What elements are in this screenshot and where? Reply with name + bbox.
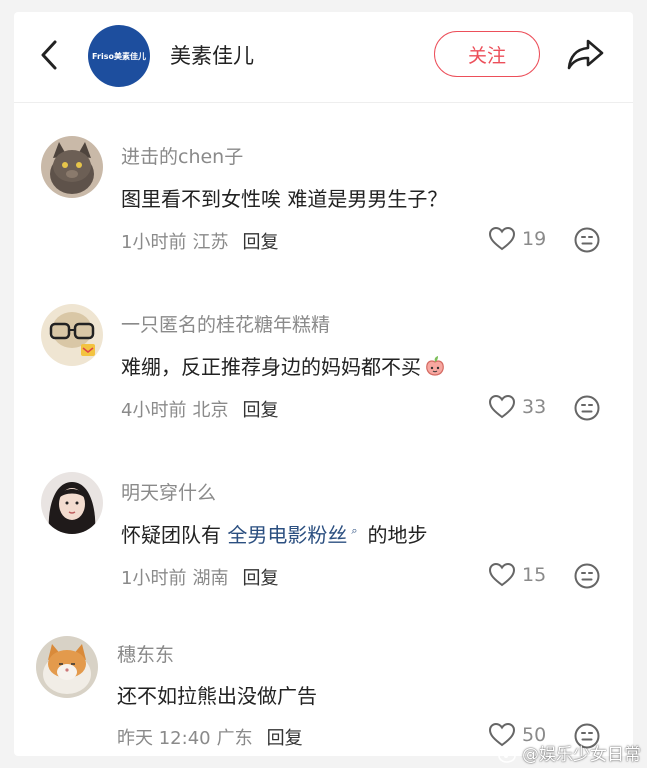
- comment-text: 图里看不到女性唉 难道是男男生子？: [121, 187, 448, 211]
- like-count: 33: [522, 396, 547, 418]
- comment-text: 怀疑团队有 全男电影粉丝 ⌕ 的地步: [121, 519, 428, 548]
- reply-button[interactable]: 回复: [242, 400, 278, 421]
- comment-username[interactable]: 一只匿名的桂花糖年糕精: [121, 310, 330, 337]
- heart-icon: [488, 226, 516, 251]
- search-icon: ⌕: [351, 524, 358, 538]
- comment-meta: 1小时前 湖南 回复: [121, 564, 278, 590]
- brand-logo[interactable]: Friso美素佳儿: [88, 25, 150, 87]
- reply-button[interactable]: 回复: [242, 568, 278, 589]
- comment-time: 4小时前: [121, 400, 187, 421]
- back-arrow-icon[interactable]: [38, 38, 60, 72]
- reply-button[interactable]: 回复: [267, 728, 303, 749]
- comment-panel: Friso美素佳儿 美素佳儿 关注 进击的chen子 图里看不到女性唉 难道是男…: [14, 12, 633, 756]
- logo-text: Friso美素佳儿: [92, 51, 146, 61]
- share-icon[interactable]: [566, 36, 606, 72]
- watermark-text: @娱乐少女日常: [522, 745, 641, 765]
- topic-link[interactable]: 全男电影粉丝: [227, 523, 347, 547]
- brand-name[interactable]: 美素佳儿: [170, 40, 254, 70]
- glasses-avatar[interactable]: [41, 304, 103, 366]
- comment-time: 1小时前: [121, 232, 187, 253]
- comment-location: 北京: [192, 400, 229, 421]
- comment-location: 湖南: [192, 568, 229, 589]
- watermark: @娱乐少女日常: [498, 740, 641, 765]
- like-count: 15: [522, 564, 547, 586]
- comment-item: 进击的chen子 图里看不到女性唉 难道是男男生子？ 1小时前 江苏 回复 19: [14, 128, 633, 296]
- cat-avatar[interactable]: [41, 136, 103, 198]
- heart-icon: [488, 394, 516, 419]
- peach-emoji: [426, 356, 444, 376]
- girl-avatar[interactable]: [41, 472, 103, 534]
- comment-meta: 4小时前 北京 回复: [121, 396, 278, 422]
- comment-text: 难绷，反正推荐身边的妈妈都不买: [121, 351, 447, 380]
- comment-item: 明天穿什么 怀疑团队有 全男电影粉丝 ⌕ 的地步 1小时前 湖南 回复 15: [14, 464, 633, 632]
- comment-time: 1小时前: [121, 568, 187, 589]
- like-button[interactable]: 33: [488, 394, 546, 420]
- comment-text-after: 的地步: [367, 523, 428, 547]
- comment-text-body: 难绷，反正推荐身边的妈妈都不买: [121, 355, 421, 379]
- comment-location: 广东: [216, 728, 253, 749]
- comment-item: 一只匿名的桂花糖年糕精 难绷，反正推荐身边的妈妈都不买 4小时前 北京 回复 33: [14, 296, 633, 464]
- like-count: 19: [522, 228, 547, 250]
- comment-location: 江苏: [192, 232, 229, 253]
- top-bar: Friso美素佳儿 美素佳儿 关注: [14, 12, 633, 103]
- heart-icon: [488, 562, 516, 587]
- like-button[interactable]: 19: [488, 226, 546, 252]
- comment-username[interactable]: 穗东东: [117, 640, 174, 667]
- orange-cat-avatar[interactable]: [36, 636, 98, 698]
- emoji-reaction-icon[interactable]: [573, 226, 601, 254]
- comment-username[interactable]: 进击的chen子: [121, 142, 243, 169]
- comment-item: 穗东东 还不如拉熊出没做广告 昨天 12:40 广东 回复 50: [14, 628, 633, 756]
- comment-text-before: 怀疑团队有: [121, 523, 221, 547]
- like-button[interactable]: 15: [488, 562, 546, 588]
- comment-time: 昨天 12:40: [117, 728, 211, 749]
- follow-button[interactable]: 关注: [434, 31, 540, 77]
- comment-text: 还不如拉熊出没做广告: [117, 684, 317, 708]
- comment-meta: 昨天 12:40 广东 回复: [117, 724, 303, 750]
- emoji-reaction-icon[interactable]: [573, 562, 601, 590]
- weibo-icon: [498, 747, 519, 763]
- reply-button[interactable]: 回复: [242, 232, 278, 253]
- emoji-reaction-icon[interactable]: [573, 394, 601, 422]
- comment-username[interactable]: 明天穿什么: [121, 478, 216, 505]
- comment-meta: 1小时前 江苏 回复: [121, 228, 278, 254]
